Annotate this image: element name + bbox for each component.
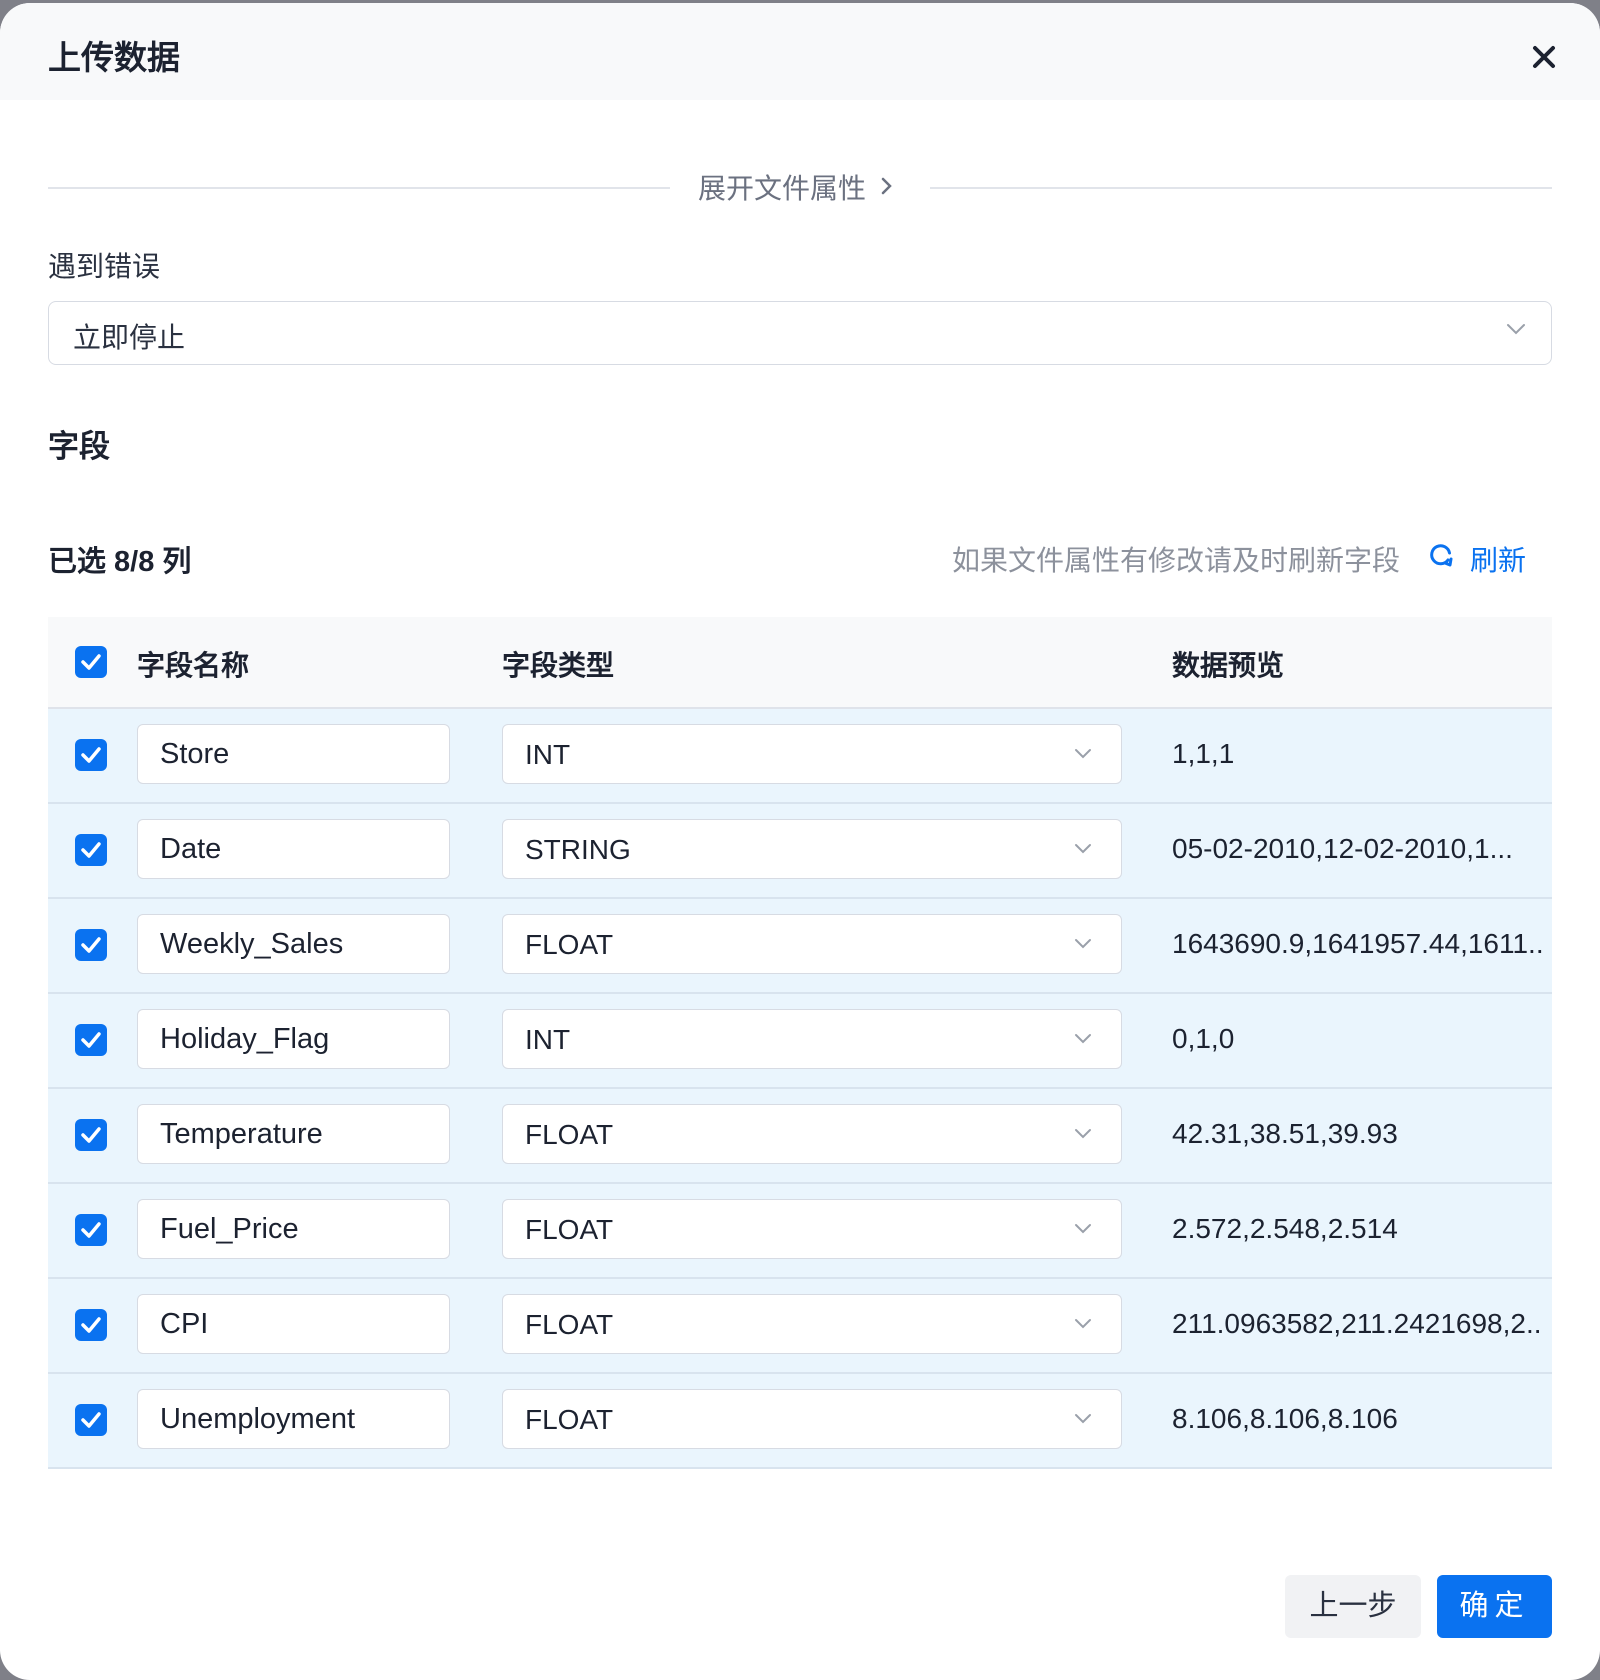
fields-table: 字段名称 字段类型 数据预览 Store INT 1,1,1 Date STRING 05… (48, 617, 1552, 1469)
chevron-down-icon (1073, 842, 1093, 860)
data-preview: 1,1,1 (1172, 738, 1235, 769)
data-preview: 2.572,2.548,2.514 (1172, 1213, 1398, 1244)
table-body: Store INT 1,1,1 Date STRING 05-02-2010,12-02-… (48, 709, 1552, 1469)
divider-left (48, 187, 670, 189)
table-row: Fuel_Price FLOAT 2.572,2.548,2.514 (48, 1184, 1552, 1279)
on-error-label: 遇到错误 (48, 251, 161, 282)
refresh-hint: 如果文件属性有修改请及时刷新字段 (952, 545, 1401, 576)
chevron-down-icon (1073, 1032, 1093, 1050)
field-type-select[interactable]: STRING (502, 819, 1122, 879)
table-row: Holiday_Flag INT 0,1,0 (48, 994, 1552, 1089)
confirm-button[interactable]: 确定 (1437, 1575, 1552, 1638)
dialog-title: 上传数据 (48, 39, 180, 76)
row-checkbox[interactable] (75, 834, 107, 866)
chevron-down-icon (1073, 1317, 1093, 1335)
field-name-input[interactable]: Fuel_Price (137, 1199, 450, 1259)
header-field-type: 字段类型 (502, 650, 615, 681)
row-checkbox[interactable] (75, 1404, 107, 1436)
on-error-value: 立即停止 (73, 322, 186, 353)
field-type-select[interactable]: INT (502, 724, 1122, 784)
field-type-select[interactable]: FLOAT (502, 1389, 1122, 1449)
chevron-down-icon (1073, 1127, 1093, 1145)
expand-label: 展开文件属性 (698, 173, 867, 204)
field-type-select[interactable]: FLOAT (502, 1294, 1122, 1354)
data-preview: 1643690.9,1641957.44,1611... (1172, 928, 1542, 959)
row-checkbox[interactable] (75, 929, 107, 961)
previous-step-button[interactable]: 上一步 (1285, 1575, 1421, 1638)
field-type-select[interactable]: FLOAT (502, 1199, 1122, 1259)
close-icon[interactable] (1524, 37, 1564, 77)
table-header: 字段名称 字段类型 数据预览 (48, 617, 1552, 709)
table-row: CPI FLOAT 211.0963582,211.2421698,2... (48, 1279, 1552, 1374)
data-preview: 05-02-2010,12-02-2010,1... (1172, 833, 1513, 864)
chevron-down-icon (1073, 1222, 1093, 1240)
select-all-checkbox[interactable] (75, 646, 107, 678)
row-checkbox[interactable] (75, 1309, 107, 1341)
field-type-select[interactable]: INT (502, 1009, 1122, 1069)
field-type-value: INT (525, 739, 571, 770)
table-row: Date STRING 05-02-2010,12-02-2010,1... (48, 804, 1552, 899)
field-type-select[interactable]: FLOAT (502, 914, 1122, 974)
refresh-label: 刷新 (1470, 545, 1527, 576)
data-preview: 8.106,8.106,8.106 (1172, 1403, 1398, 1434)
table-row: Weekly_Sales FLOAT 1643690.9,1641957.44,16… (48, 899, 1552, 994)
expand-file-properties: 展开文件属性 (48, 167, 1552, 207)
field-name-input[interactable]: Holiday_Flag (137, 1009, 450, 1069)
data-preview: 211.0963582,211.2421698,2... (1172, 1308, 1542, 1339)
header-field-name: 字段名称 (137, 650, 250, 681)
field-name-input[interactable]: Date (137, 819, 450, 879)
field-name-input[interactable]: Temperature (137, 1104, 450, 1164)
field-type-value: FLOAT (525, 929, 614, 960)
field-type-value: STRING (525, 834, 631, 865)
table-row: Store INT 1,1,1 (48, 709, 1552, 804)
row-checkbox[interactable] (75, 1024, 107, 1056)
field-type-value: FLOAT (525, 1119, 614, 1150)
field-type-value: FLOAT (525, 1404, 614, 1435)
upload-dialog: 上传数据 展开文件属性 遇到错误 立即停止 字段 已选 8/8 列 如果文件属性… (0, 3, 1600, 1680)
data-preview: 0,1,0 (1172, 1023, 1235, 1054)
field-type-select[interactable]: FLOAT (502, 1104, 1122, 1164)
field-name-input[interactable]: Weekly_Sales (137, 914, 450, 974)
field-name-input[interactable]: CPI (137, 1294, 450, 1354)
field-type-value: FLOAT (525, 1309, 614, 1340)
chevron-down-icon (1073, 1412, 1093, 1430)
expand-file-properties-button[interactable]: 展开文件属性 (698, 167, 894, 207)
chevron-down-icon (1073, 747, 1093, 765)
row-checkbox[interactable] (75, 1214, 107, 1246)
field-name-input[interactable]: Store (137, 724, 450, 784)
field-name-input[interactable]: Unemployment (137, 1389, 450, 1449)
selected-count: 已选 8/8 列 (48, 546, 192, 578)
table-row: Unemployment FLOAT 8.106,8.106,8.106 (48, 1374, 1552, 1469)
on-error-select[interactable]: 立即停止 (48, 301, 1552, 365)
dialog-header: 上传数据 (0, 3, 1600, 100)
row-checkbox[interactable] (75, 739, 107, 771)
data-preview: 42.31,38.51,39.93 (1172, 1118, 1398, 1149)
divider-right (930, 187, 1552, 189)
chevron-right-icon (880, 171, 894, 203)
fields-section-title: 字段 (48, 429, 110, 464)
row-checkbox[interactable] (75, 1119, 107, 1151)
field-type-value: INT (525, 1024, 571, 1055)
chevron-down-icon (1505, 322, 1527, 341)
chevron-down-icon (1073, 937, 1093, 955)
table-row: Temperature FLOAT 42.31,38.51,39.93 (48, 1089, 1552, 1184)
field-type-value: FLOAT (525, 1214, 614, 1245)
refresh-icon (1426, 541, 1456, 578)
header-data-preview: 数据预览 (1172, 650, 1285, 681)
